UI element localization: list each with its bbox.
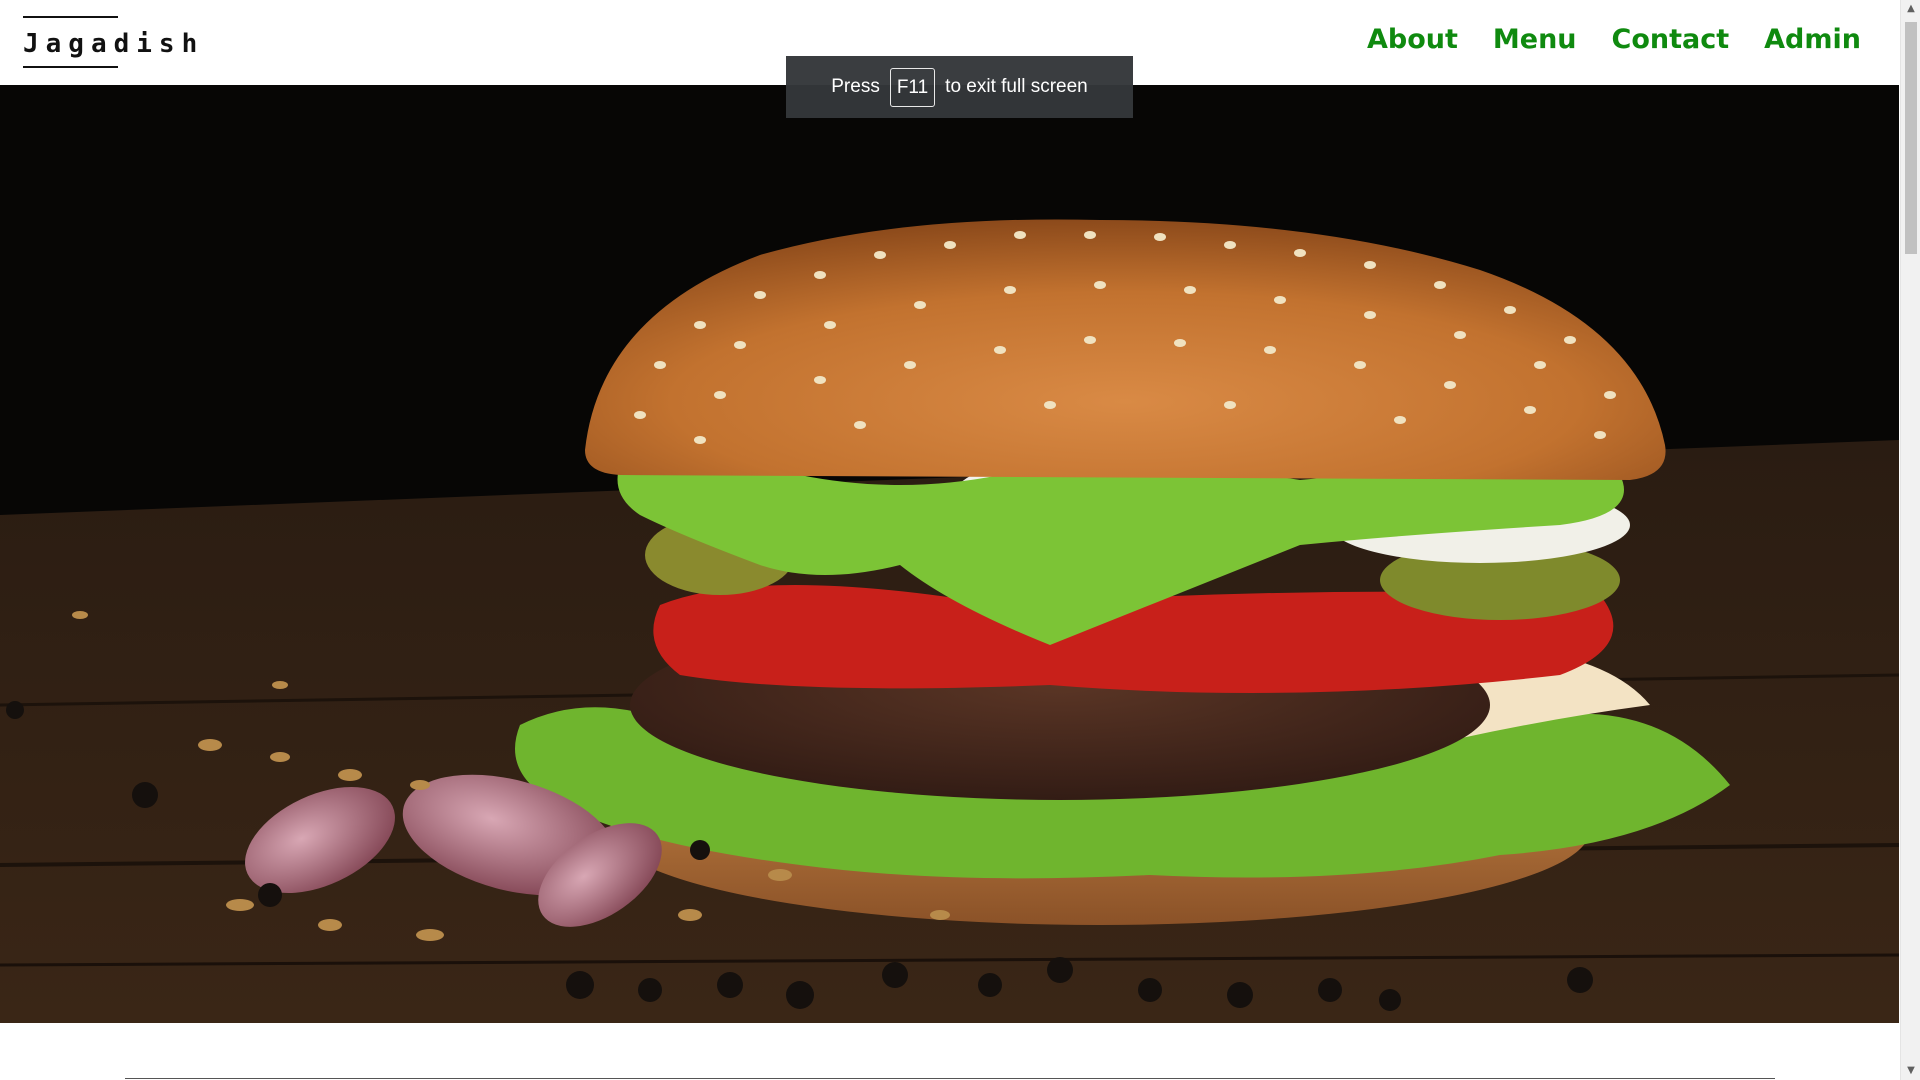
nav-link-about[interactable]: About	[1367, 24, 1458, 55]
nav-link-menu[interactable]: Menu	[1493, 24, 1577, 55]
section-divider	[125, 1078, 1775, 1079]
scrollbar-thumb[interactable]	[1905, 22, 1917, 254]
main-nav: About Menu Contact Admin	[1367, 24, 1861, 55]
triangle-down-icon[interactable]: ▼	[1901, 1062, 1920, 1080]
nav-link-admin[interactable]: Admin	[1764, 24, 1861, 55]
triangle-up-icon[interactable]: ▲	[1901, 0, 1920, 18]
fullscreen-exit-toast: Press F11 to exit full screen	[786, 56, 1133, 118]
logo-text[interactable]: Jagadish	[23, 29, 204, 59]
logo[interactable]: Jagadish	[23, 16, 197, 68]
nav-link-contact[interactable]: Contact	[1612, 24, 1730, 55]
page-scrollbar[interactable]: ▲ ▼	[1900, 0, 1920, 1080]
burger-photo	[0, 85, 1899, 1023]
toast-suffix: to exit full screen	[945, 76, 1088, 97]
hero-image	[0, 85, 1899, 1023]
toast-key: F11	[889, 67, 936, 107]
toast-prefix: Press	[831, 76, 880, 97]
